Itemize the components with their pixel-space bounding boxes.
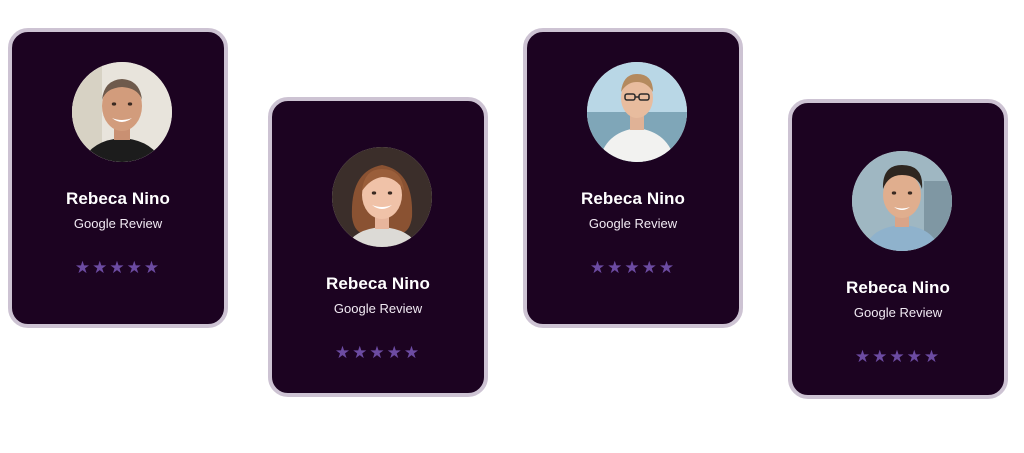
reviewer-avatar [332,147,432,247]
star-rating: ★★★★★ [74,258,162,278]
review-source: Google Review [333,301,423,316]
testimonials-section: Rebeca Nino Google Review ★★★★★ Rebeca N… [0,0,1024,453]
review-card: Rebeca Nino Google Review ★★★★★ [8,28,228,328]
star-rating: ★★★★★ [589,258,677,278]
star-rating: ★★★★★ [854,347,942,367]
review-source: Google Review [73,216,163,231]
star-rating: ★★★★★ [334,343,422,363]
review-card: Rebeca Nino Google Review ★★★★★ [268,97,488,397]
review-source: Google Review [853,305,943,320]
review-source: Google Review [588,216,678,231]
reviewer-name: Rebeca Nino [65,189,171,208]
reviewer-avatar [852,151,952,251]
reviewer-avatar [587,62,687,162]
reviewer-name: Rebeca Nino [845,278,951,297]
reviewer-name: Rebeca Nino [325,274,431,293]
reviewer-avatar [72,62,172,162]
reviewer-name: Rebeca Nino [580,189,686,208]
review-card: Rebeca Nino Google Review ★★★★★ [788,99,1008,399]
review-card: Rebeca Nino Google Review ★★★★★ [523,28,743,328]
